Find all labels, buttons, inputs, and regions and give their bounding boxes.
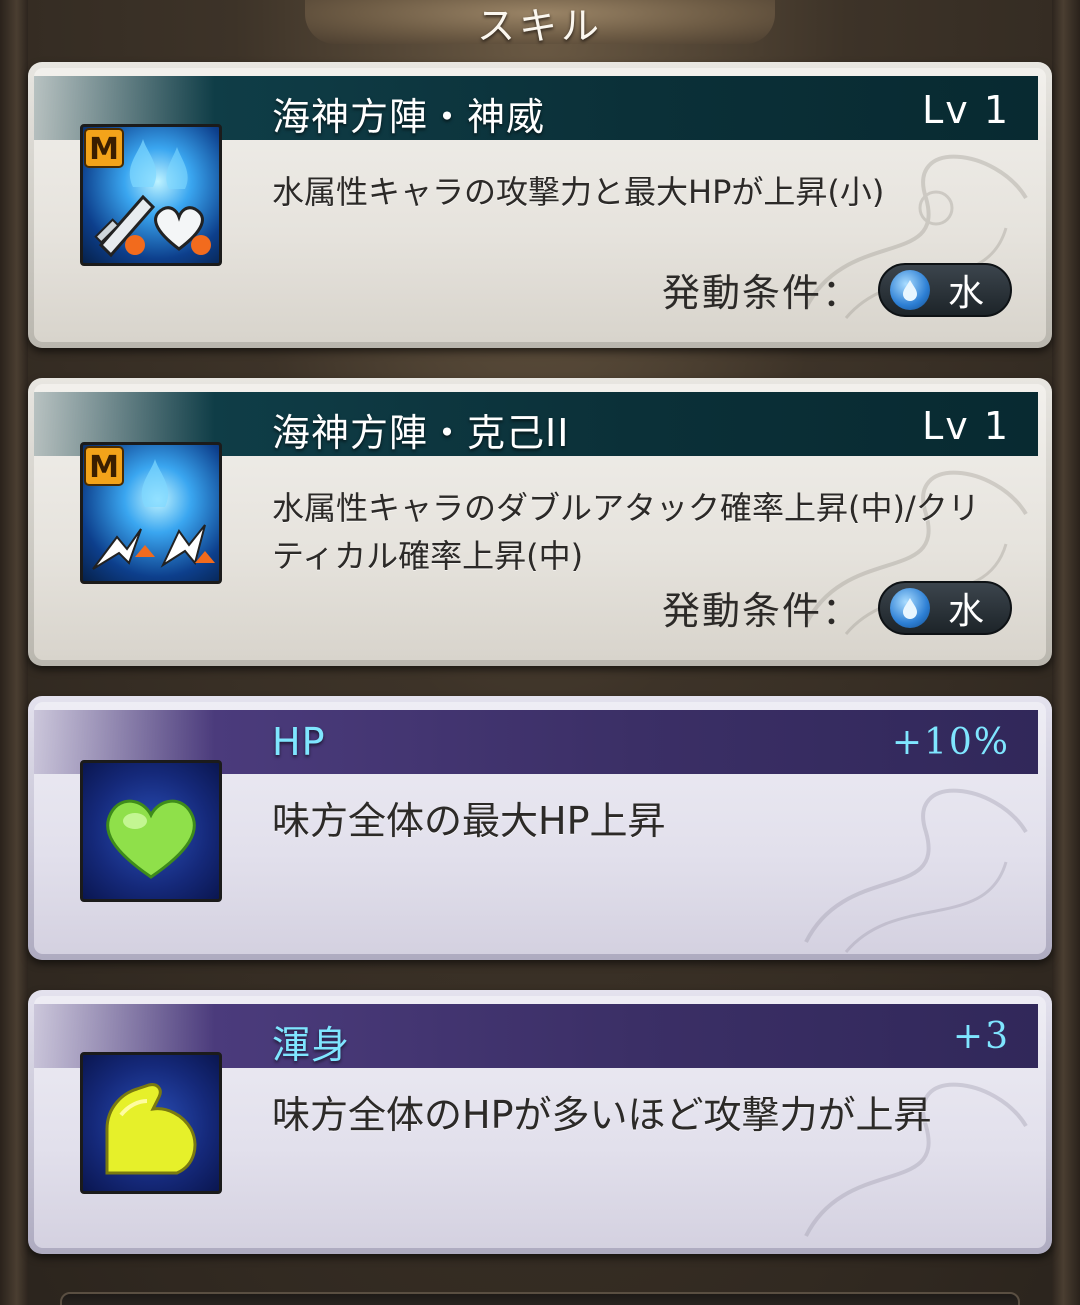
skill-bonus: +3 <box>952 1016 1010 1057</box>
skill-card-body: 渾身 +3 味方全体のHPが多いほど攻撃力が上昇 <box>34 996 1046 1248</box>
condition-label: 発動条件： <box>661 271 862 315</box>
right-frame <box>1052 0 1080 1305</box>
element-name: 水 <box>948 590 985 632</box>
element-name: 水 <box>948 272 985 314</box>
page-title: スキル <box>476 3 603 48</box>
green-heart-icon <box>80 760 222 902</box>
skill-bonus: +10% <box>891 722 1010 763</box>
skill-name: 渾身 <box>272 1023 351 1067</box>
yellow-arm-icon <box>80 1052 222 1194</box>
skill-level: Lv 1 <box>922 88 1010 132</box>
activation-condition: 発動条件： 水 <box>662 580 1012 635</box>
magna-da-crit-icon: M <box>80 442 222 584</box>
water-drop-icon <box>890 587 930 628</box>
magna-might-hp-icon: M <box>80 124 222 266</box>
skill-card-1[interactable]: 海神方陣・神威 Lv 1 M 水属性キャラの攻撃力と最大HPが上昇(小) 発動条… <box>28 62 1052 348</box>
skill-level: Lv 1 <box>922 404 1010 448</box>
skill-description: 水属性キャラのダブルアタック確率上昇(中)/クリティカル確率上昇(中) <box>272 489 980 575</box>
activation-condition: 発動条件： 水 <box>662 262 1012 317</box>
skill-card-4[interactable]: 渾身 +3 味方全体のHPが多いほど攻撃力が上昇 <box>28 990 1052 1254</box>
condition-label: 発動条件： <box>661 589 862 633</box>
left-frame <box>0 0 28 1305</box>
header: スキル <box>0 0 1080 52</box>
water-drop-icon <box>890 269 930 310</box>
water-element-badge: 水 <box>878 580 1012 635</box>
skill-card-body: 海神方陣・神威 Lv 1 M 水属性キャラの攻撃力と最大HPが上昇(小) 発動条… <box>34 68 1046 342</box>
skill-name: 海神方陣・克己II <box>272 411 570 455</box>
skill-card-body: 海神方陣・克己II Lv 1 M 水属性キャラのダブルアタック確率上昇(中)/ク… <box>34 384 1046 660</box>
next-card-edge <box>60 1292 1020 1305</box>
svg-text:M: M <box>89 450 119 485</box>
skill-name: 海神方陣・神威 <box>272 95 546 139</box>
skill-description: 味方全体のHPが多いほど攻撃力が上昇 <box>272 1093 932 1137</box>
skill-card-2[interactable]: 海神方陣・克己II Lv 1 M 水属性キャラのダブルアタック確率上昇(中)/ク… <box>28 378 1052 666</box>
water-element-badge: 水 <box>878 262 1012 317</box>
skill-description: 味方全体の最大HP上昇 <box>272 799 666 843</box>
svg-text:M: M <box>89 132 119 167</box>
skill-card-3[interactable]: HP +10% 味方全体の最大HP上昇 <box>28 696 1052 960</box>
skill-description: 水属性キャラの攻撃力と最大HPが上昇(小) <box>272 173 885 211</box>
header-plate: スキル <box>305 0 775 48</box>
skill-list-screen: スキル 海神方陣・神威 Lv 1 M 水属性キャラの攻撃力と最大HPが上昇(小)… <box>0 0 1080 1305</box>
skill-name: HP <box>272 720 326 764</box>
skill-card-body: HP +10% 味方全体の最大HP上昇 <box>34 702 1046 954</box>
